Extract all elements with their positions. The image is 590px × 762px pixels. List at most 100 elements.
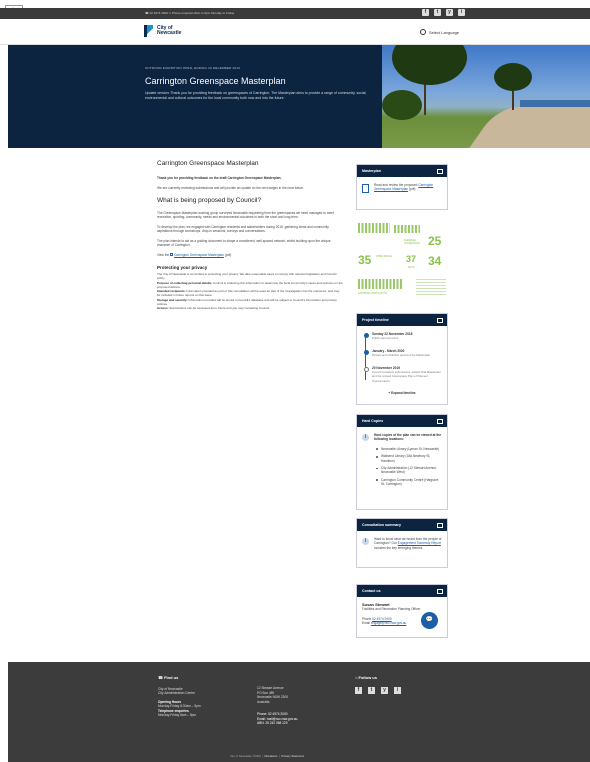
expand-timeline-button[interactable]: + Expand timeline <box>362 391 442 395</box>
facebook-icon[interactable]: f <box>422 9 429 16</box>
facebook-icon[interactable]: f <box>355 686 362 694</box>
site-footer: ☎ Find us City of Newcastle City Adminis… <box>8 662 590 762</box>
instagram-icon[interactable]: i <box>394 686 401 694</box>
consultation-card: Consultation summary i Want to know what… <box>356 518 448 568</box>
hero-photo <box>382 45 590 148</box>
sidebar-hard-copies: Hard Copies i Hard copies of the plan ca… <box>356 414 448 522</box>
card-title: Project timeline <box>357 314 447 326</box>
chat-icon: 💬 <box>425 617 434 623</box>
stat-label: OPEN SPACE <box>376 255 393 258</box>
privacy-line: The City of Newcastle is committed to pr… <box>157 272 337 281</box>
logo-mark-icon <box>144 25 153 37</box>
stat-label: AVERAGE HOUSEHOLD <box>404 239 420 245</box>
topbar-social: f t y i <box>422 9 465 16</box>
card-title: Masterplan <box>357 165 447 177</box>
sidebar-timeline: Project timeline Sunday 22 November 2018… <box>356 313 448 417</box>
site-header: City of Newcastle Select Language <box>0 19 590 45</box>
hero-title: Carrington Greenspace Masterplan <box>145 76 286 86</box>
view-plan-line: View the Carrington Greenspace Masterpla… <box>157 252 232 257</box>
thanks-text: Thank you for providing feedback on the … <box>157 176 282 180</box>
contact-card: Contact us Susan Stewart Facilities and … <box>356 584 448 638</box>
masterplan-card: Masterplan Read and review the proposed … <box>356 164 448 210</box>
photo-tree <box>494 63 532 91</box>
contact-email-link[interactable]: engage@ncc.nsw.gov.au <box>371 621 406 625</box>
twitter-icon[interactable]: t <box>368 686 375 694</box>
youtube-icon[interactable]: y <box>381 686 388 694</box>
page-title: Carrington Greenspace Masterplan <box>157 160 259 167</box>
section-heading-proposed: What is being proposed by Council? <box>157 196 262 204</box>
photo-path <box>455 107 590 148</box>
timeline-dot <box>364 349 369 355</box>
utility-bar: ☎ 02 4974 2000 ⏲ Phone enquiries 8am to … <box>0 8 590 19</box>
privacy-text: The City of Newcastle is committed to pr… <box>157 272 343 311</box>
card-title: Consultation summary <box>357 519 447 531</box>
sidebar-masterplan: Masterplan Read and review the proposed … <box>356 164 448 222</box>
stat-number: 35 <box>358 253 372 267</box>
footer-find-us: ☎ Find us City of Newcastle City Adminis… <box>158 675 248 718</box>
hard-copies-card: Hard Copies i Hard copies of the plan ca… <box>356 414 448 510</box>
list-item: Newcastle Library (Lyman St, Newcastle) <box>374 447 442 451</box>
hard-copies-lead: Hard copies of the plan can be viewed at… <box>374 433 442 442</box>
paragraph: The plan intends to act as a guiding doc… <box>157 238 331 248</box>
stat-number: 25 <box>428 234 442 248</box>
masterplan-link[interactable]: Carrington Greenspace Masterplan <box>174 253 224 257</box>
card-title: Hard Copies <box>357 415 447 427</box>
footer-heading: ⌂ Follow us <box>355 675 377 680</box>
paragraph: To develop the plan, we engaged with Car… <box>157 224 329 234</box>
list-item: Carrington Community Centre (Hargrave St… <box>374 478 442 487</box>
info-icon: i <box>362 434 369 441</box>
hero-date: OUTDOOR EXHIBITION OPEN, ENDING 20 DECEM… <box>145 66 240 70</box>
footer-abn: ABN: 25 242 068 129 <box>257 721 288 725</box>
language-selector[interactable]: Select Language <box>420 29 459 35</box>
footer-address: 12 Stewart Avenue PO Box 489 Newcastle N… <box>257 686 347 726</box>
people-icon <box>358 279 402 289</box>
privacy-line: Access: Submissions can be accessed as t… <box>157 306 270 311</box>
card-title: Contact us <box>357 585 447 597</box>
section-heading-privacy: Protecting your privacy <box>157 265 208 270</box>
stat-label: DAYS <box>408 266 415 269</box>
people-icon <box>358 223 390 233</box>
infographic: 25 AVERAGE HOUSEHOLD 35 OPEN SPACE 37 34… <box>356 219 448 311</box>
stat-number: 37 <box>406 254 417 264</box>
locations-list: Newcastle Library (Lyman St, Newcastle) … <box>374 447 442 487</box>
houses-icon <box>394 225 420 233</box>
timeline-dot <box>364 366 369 372</box>
chart-lines-icon <box>416 279 446 295</box>
photo-tree <box>382 90 422 120</box>
pdf-icon <box>170 253 174 257</box>
footer-heading: ☎ Find us <box>158 675 179 680</box>
contact-info: ☎ 02 4974 2000 ⏲ Phone enquiries 8am to … <box>145 11 235 15</box>
privacy-line: Intended recipients: Information provide… <box>157 289 340 298</box>
timeline-item: January - March 2020 Review and exhibitio… <box>362 349 442 358</box>
timeline-dot <box>364 333 369 338</box>
list-item: City Administration (12 Stewart Avenue, … <box>374 466 442 475</box>
list-item: Wallsend Library (18A Newbury St, Hamilt… <box>374 454 442 463</box>
photo-tree <box>392 45 467 85</box>
logo-text: City of Newcastle <box>157 25 182 36</box>
city-logo[interactable]: City of Newcastle <box>144 25 187 37</box>
timeline-item: 20 November 2019 Council considers submis… <box>362 366 442 384</box>
sidebar-consultation: Consultation summary i Want to know what… <box>356 518 448 580</box>
paragraph: We are currently reviewing submissions a… <box>157 186 304 190</box>
stat-label: GROWING POPULATION <box>358 292 388 295</box>
info-icon: i <box>362 538 369 545</box>
stat-number: 34 <box>428 254 442 268</box>
contact-phone-link[interactable]: 02 4974 2000 <box>372 617 392 621</box>
document-icon <box>362 184 369 193</box>
privacy-line: Purpose of collecting personal details: … <box>157 280 343 289</box>
instagram-icon[interactable]: i <box>458 9 465 16</box>
youtube-icon[interactable]: y <box>446 9 453 16</box>
language-label: Select Language <box>429 29 460 35</box>
engagement-report-link[interactable]: Engagement Summary Report <box>398 541 441 545</box>
disclaimer-link[interactable]: Disclaimer <box>265 754 278 758</box>
footer-social: f t y i <box>355 686 445 694</box>
timeline-card: Project timeline Sunday 22 November 2018… <box>356 313 448 405</box>
footer-legal: City of Newcastle ©2020 | Disclaimer | P… <box>230 754 305 758</box>
privacy-statement-link[interactable]: Privacy Statement <box>281 754 304 758</box>
footer-follow-us: ⌂ Follow us f t y i <box>355 675 445 694</box>
chat-button[interactable]: 💬 <box>421 612 438 629</box>
paragraph: The Greenspace Masterplan working group … <box>157 210 334 220</box>
twitter-icon[interactable]: t <box>434 9 441 16</box>
hero-lead: Update version: Thank you for providing … <box>145 91 367 100</box>
privacy-line: Storage and security: Information provid… <box>157 297 337 307</box>
